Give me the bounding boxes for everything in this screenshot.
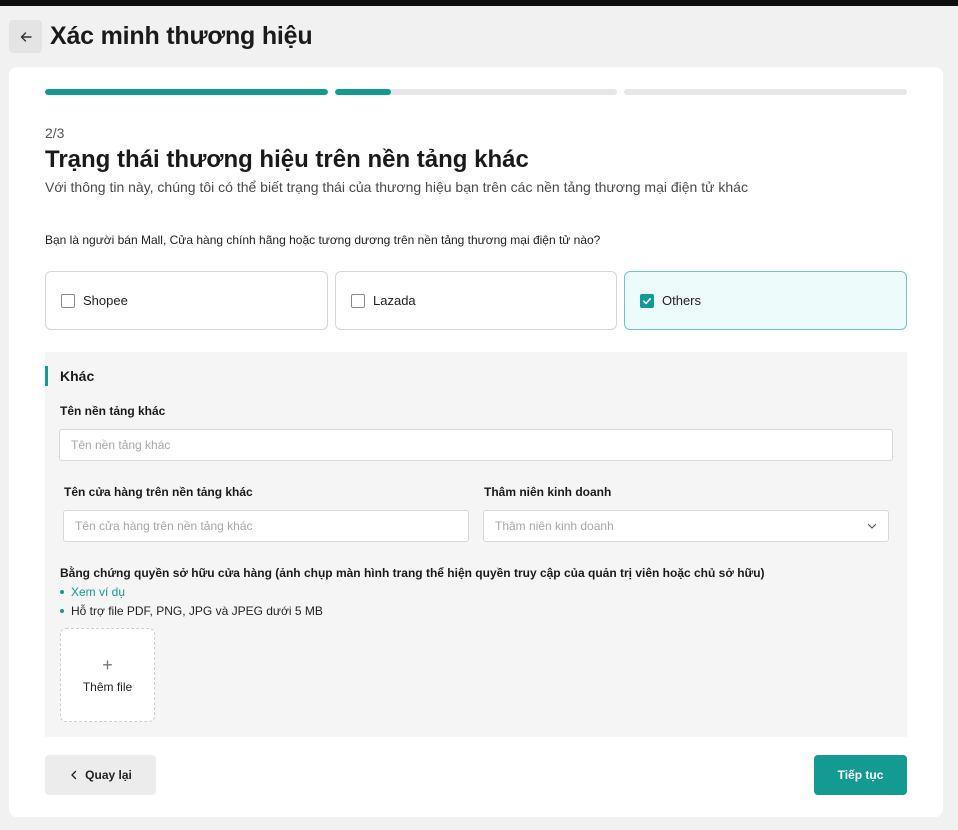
- continue-button[interactable]: Tiếp tục: [814, 755, 907, 795]
- seniority-select[interactable]: Thâm niên kinh doanh: [483, 510, 889, 542]
- bullet-dot: [60, 590, 64, 594]
- chevron-left-icon: [71, 770, 77, 780]
- store-name-input[interactable]: [63, 510, 469, 542]
- panel-accent-bar: [45, 366, 48, 386]
- plus-icon: +: [102, 655, 113, 675]
- support-note-row: Hỗ trợ file PDF, PNG, JPG và JPEG dưới 5…: [60, 604, 323, 618]
- platform-name-input[interactable]: [59, 429, 893, 461]
- platform-name-label: Tên nền tảng khác: [60, 404, 166, 418]
- progress-segment-3: [624, 89, 907, 95]
- support-note: Hỗ trợ file PDF, PNG, JPG và JPEG dưới 5…: [71, 604, 323, 618]
- arrow-left-icon: [20, 31, 32, 42]
- seniority-placeholder: Thâm niên kinh doanh: [495, 519, 614, 533]
- panel-title: Khác: [60, 368, 95, 384]
- other-platform-panel: Khác Tên nền tảng khác Tên cửa hàng trên…: [45, 352, 907, 737]
- progress-segment-2: [335, 89, 617, 95]
- option-label: Lazada: [373, 293, 416, 308]
- verification-card: 2/3 Trạng thái thương hiệu trên nền tảng…: [9, 67, 943, 817]
- proof-label: Bằng chứng quyền sở hữu cửa hàng (ảnh ch…: [60, 566, 765, 580]
- add-file-button[interactable]: + Thêm file: [60, 628, 155, 722]
- section-description: Với thông tin này, chúng tôi có thể biết…: [45, 179, 748, 195]
- option-label: Shopee: [83, 293, 128, 308]
- option-lazada[interactable]: Lazada: [335, 271, 617, 330]
- store-name-label: Tên cửa hàng trên nền tảng khác: [64, 485, 253, 499]
- checkbox[interactable]: [61, 293, 75, 308]
- progress-fill-2: [335, 89, 392, 95]
- option-shopee[interactable]: Shopee: [45, 271, 328, 330]
- view-example-link[interactable]: Xem ví dụ: [71, 585, 125, 599]
- back-button[interactable]: [9, 20, 42, 53]
- checkmark-icon: [643, 297, 651, 304]
- example-row: Xem ví dụ: [60, 585, 125, 599]
- back-step-label: Quay lại: [85, 768, 132, 782]
- add-file-label: Thêm file: [82, 680, 133, 694]
- platform-question: Bạn là người bán Mall, Cửa hàng chính hã…: [45, 233, 601, 247]
- chevron-down-icon: [867, 523, 877, 529]
- step-indicator: 2/3: [45, 125, 65, 141]
- checkbox[interactable]: [351, 293, 365, 308]
- progress-segment-1: [45, 89, 328, 95]
- option-others[interactable]: Others: [624, 271, 907, 330]
- checkbox-checked[interactable]: [640, 293, 654, 308]
- seniority-label: Thâm niên kinh doanh: [484, 485, 612, 499]
- page-header: Xác minh thương hiệu: [9, 20, 313, 53]
- back-step-button[interactable]: Quay lại: [45, 755, 156, 795]
- step-progress: [45, 89, 907, 95]
- page-title: Xác minh thương hiệu: [50, 22, 313, 50]
- bullet-dot: [60, 609, 64, 613]
- option-label: Others: [662, 293, 702, 308]
- progress-fill-1: [45, 89, 328, 95]
- top-strip: [0, 0, 958, 6]
- section-title: Trạng thái thương hiệu trên nền tảng khá…: [45, 146, 529, 173]
